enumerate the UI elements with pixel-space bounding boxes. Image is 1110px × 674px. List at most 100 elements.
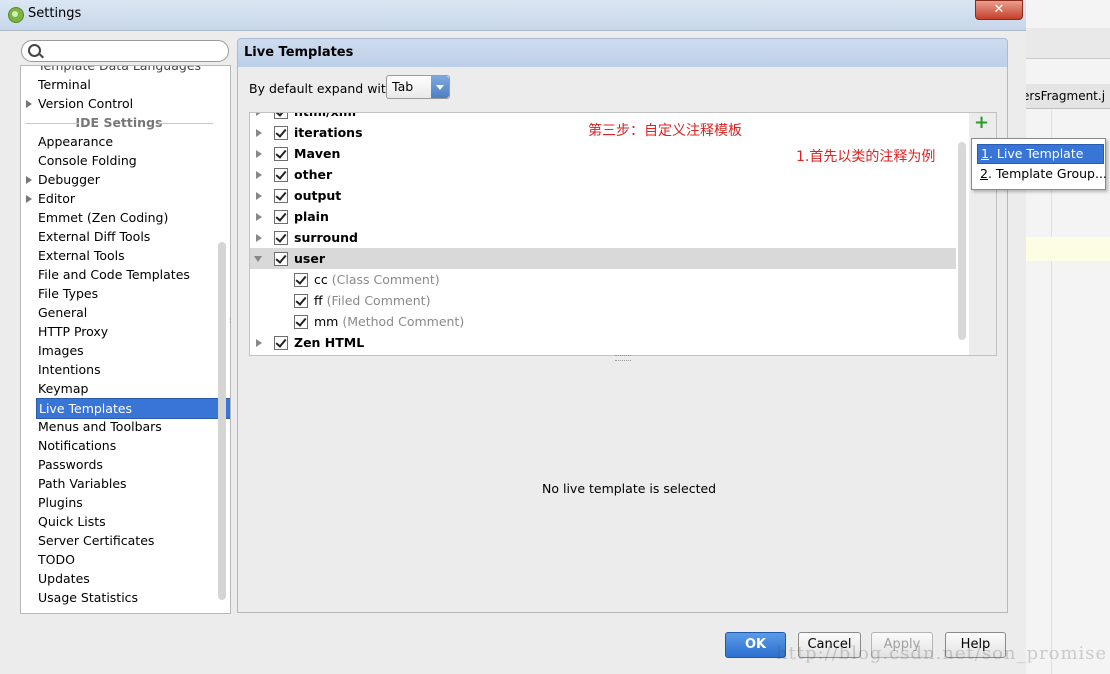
expand-arrow-icon[interactable] xyxy=(256,129,262,137)
sidebar-item-label: External Diff Tools xyxy=(38,229,151,244)
sidebar-item[interactable]: Images xyxy=(21,341,217,360)
template-abbreviation: ff xyxy=(314,293,323,308)
settings-tree-list: Template Data Languages Terminal Version C… xyxy=(21,66,230,607)
background-editor-tab[interactable]: ersFragment.j xyxy=(1026,84,1110,109)
sidebar-item[interactable]: Server Certificates xyxy=(21,531,217,550)
chevron-down-icon[interactable] xyxy=(431,76,449,98)
group-checkbox[interactable] xyxy=(274,336,288,350)
close-window-button[interactable]: ✕ xyxy=(975,0,1023,20)
expand-arrow-icon[interactable] xyxy=(256,213,262,221)
sidebar-item[interactable]: Path Variables xyxy=(21,474,217,493)
template-row[interactable]: cc (Class Comment) xyxy=(250,269,956,290)
group-checkbox[interactable] xyxy=(274,252,288,266)
sidebar-item-label: External Tools xyxy=(38,248,125,263)
template-checkbox[interactable] xyxy=(294,294,308,308)
sidebar-item[interactable]: File and Code Templates xyxy=(21,265,217,284)
sidebar-item-label: Usage Statistics xyxy=(38,590,139,605)
expand-arrow-icon[interactable] xyxy=(256,339,262,347)
group-checkbox[interactable] xyxy=(274,189,288,203)
search-icon xyxy=(28,44,41,57)
sidebar-item-label: Server Certificates xyxy=(38,533,155,548)
template-group-row[interactable]: plain xyxy=(250,206,956,227)
sidebar-item[interactable]: Passwords xyxy=(21,455,217,474)
sidebar-item[interactable]: Notifications xyxy=(21,436,217,455)
sidebar-item-label: Version Control xyxy=(38,96,134,111)
sidebar-item-label: Updates xyxy=(38,571,90,586)
sidebar-item[interactable]: Usage Statistics xyxy=(21,588,217,607)
sidebar-item[interactable]: Appearance xyxy=(21,132,217,151)
expand-arrow-icon[interactable] xyxy=(26,100,32,108)
template-row[interactable]: mm (Method Comment) xyxy=(250,311,956,332)
expand-with-value: Tab xyxy=(392,79,414,94)
menu-item-template-group[interactable]: 2. Template Group... xyxy=(977,165,1107,183)
sidebar-item-label: TODO xyxy=(38,552,75,567)
sidebar-item-label: Images xyxy=(38,343,84,358)
sidebar-item[interactable]: Console Folding xyxy=(21,151,217,170)
sidebar-item[interactable]: Plugins xyxy=(21,493,217,512)
sidebar-item[interactable]: TODO xyxy=(21,550,217,569)
tree-scrollbar[interactable] xyxy=(218,242,226,600)
settings-tree: Template Data Languages Terminal Version C… xyxy=(20,65,231,614)
background-line-highlight xyxy=(1026,237,1110,261)
sidebar-item[interactable]: Terminal xyxy=(21,75,217,94)
sidebar-item-label: Appearance xyxy=(38,134,114,149)
settings-search-input[interactable] xyxy=(21,40,229,62)
template-checkbox[interactable] xyxy=(294,315,308,329)
sidebar-item[interactable]: External Tools xyxy=(21,246,217,265)
expand-arrow-icon[interactable] xyxy=(256,113,262,116)
sidebar-item[interactable]: Version Control xyxy=(21,94,217,113)
sidebar-item[interactable]: HTTP Proxy xyxy=(21,322,217,341)
horizontal-splitter-handle[interactable] xyxy=(615,355,631,361)
splitter-handle[interactable]: ⁞ xyxy=(229,316,235,326)
group-checkbox[interactable] xyxy=(274,231,288,245)
template-group-row[interactable]: output xyxy=(250,185,956,206)
sidebar-item-label: Terminal xyxy=(38,77,91,92)
template-row[interactable]: ff (Filed Comment) xyxy=(250,290,956,311)
sidebar-item-label: File and Code Templates xyxy=(38,267,190,282)
annotation-note: 1.首先以类的注释为例 xyxy=(796,149,936,165)
template-group-row[interactable]: surround xyxy=(250,227,956,248)
watermark: http://blog.csdn.net/son_promise xyxy=(776,643,1108,664)
sidebar-item[interactable]: Live Templates xyxy=(21,398,230,419)
group-checkbox[interactable] xyxy=(274,168,288,182)
template-entry: mm (Method Comment) xyxy=(314,311,464,332)
expand-arrow-icon[interactable] xyxy=(26,176,32,184)
template-entry: cc (Class Comment) xyxy=(314,269,440,290)
sidebar-item[interactable]: Keymap xyxy=(21,379,217,398)
template-checkbox[interactable] xyxy=(294,273,308,287)
group-checkbox[interactable] xyxy=(274,147,288,161)
sidebar-item[interactable]: Menus and Toolbars xyxy=(21,417,217,436)
sidebar-item[interactable]: Intentions xyxy=(21,360,217,379)
collapse-arrow-icon[interactable] xyxy=(254,256,262,262)
expand-with-select[interactable]: Tab xyxy=(386,75,450,99)
sidebar-item-label: Console Folding xyxy=(38,153,137,168)
sidebar-item[interactable]: General xyxy=(21,303,217,322)
expand-arrow-icon[interactable] xyxy=(26,195,32,203)
sidebar-item[interactable]: Quick Lists xyxy=(21,512,217,531)
group-checkbox[interactable] xyxy=(274,126,288,140)
menu-item-live-template[interactable]: 1. Live Template xyxy=(977,144,1104,164)
group-checkbox[interactable] xyxy=(274,113,288,119)
add-icon[interactable]: + xyxy=(974,113,989,133)
group-checkbox[interactable] xyxy=(274,210,288,224)
template-group-row[interactable]: Zen HTML xyxy=(250,332,956,353)
sidebar-item[interactable]: Editor xyxy=(21,189,217,208)
sidebar-item[interactable]: Debugger xyxy=(21,170,217,189)
sidebar-item[interactable]: File Types xyxy=(21,284,217,303)
template-group-row[interactable]: user xyxy=(250,248,956,269)
template-group-name: user xyxy=(294,251,325,266)
sidebar-item[interactable]: Updates xyxy=(21,569,217,588)
sidebar-item-label: Menus and Toolbars xyxy=(38,419,162,434)
templates-scrollbar[interactable] xyxy=(958,142,966,340)
sidebar-item[interactable]: Template Data Languages xyxy=(21,66,217,75)
expand-arrow-icon[interactable] xyxy=(256,192,262,200)
sidebar-item[interactable]: Emmet (Zen Coding) xyxy=(21,208,217,227)
sidebar-item[interactable]: External Diff Tools xyxy=(21,227,217,246)
sidebar-item-label: Path Variables xyxy=(38,476,127,491)
expand-arrow-icon[interactable] xyxy=(256,171,262,179)
expand-arrow-icon[interactable] xyxy=(256,234,262,242)
template-group-name: output xyxy=(294,188,342,203)
title-bar: Settings ✕ xyxy=(0,0,1026,31)
template-group-row[interactable]: other xyxy=(250,164,956,185)
expand-arrow-icon[interactable] xyxy=(256,150,262,158)
